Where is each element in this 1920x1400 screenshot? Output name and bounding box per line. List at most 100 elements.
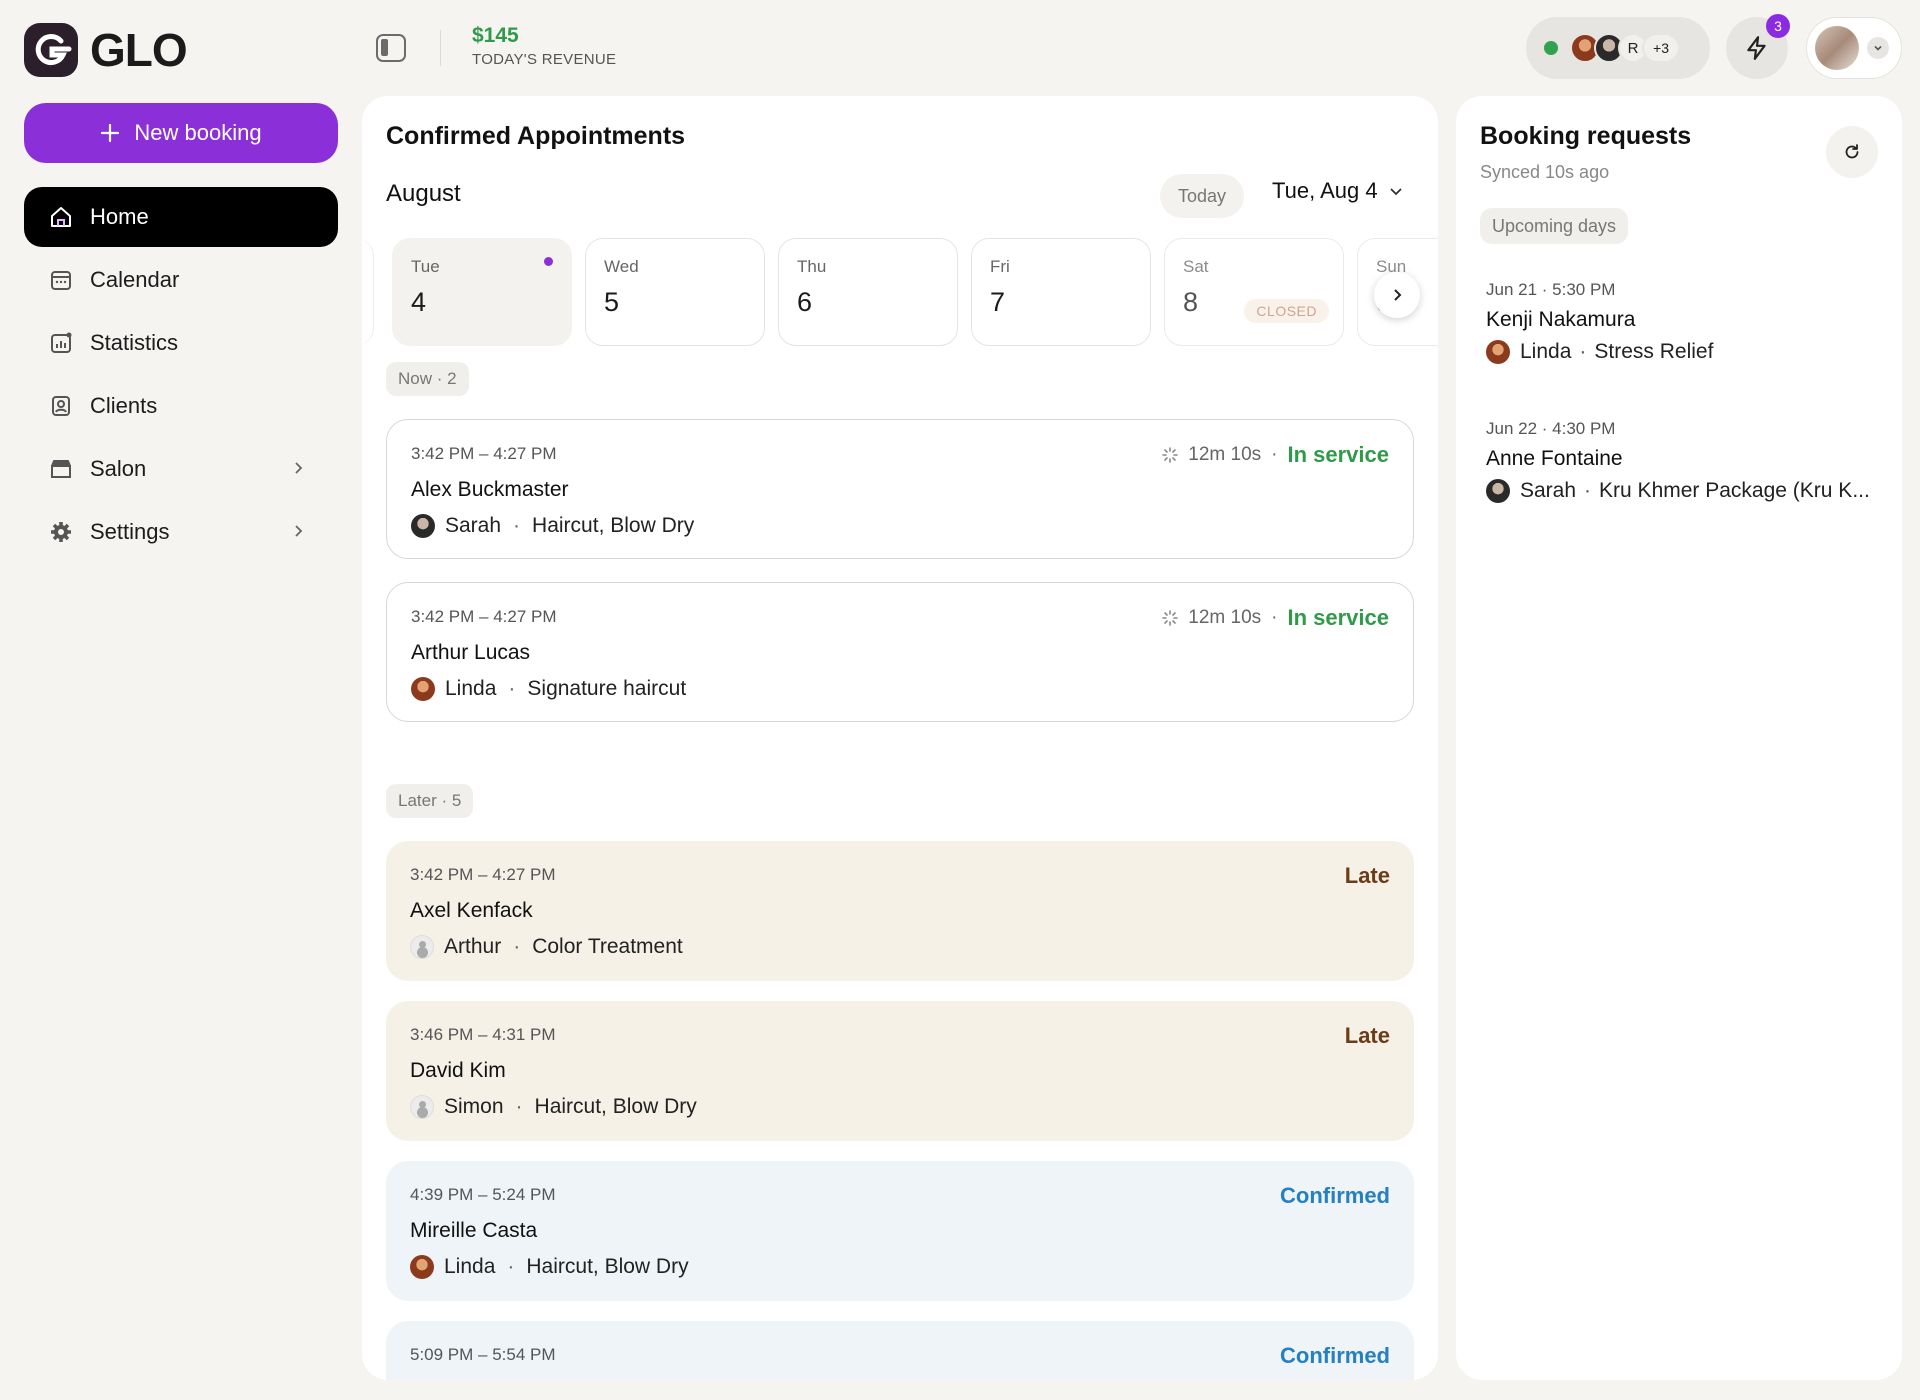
sidebar-item-calendar[interactable]: Calendar (24, 250, 338, 310)
day-card[interactable]: Fri 7 (971, 238, 1151, 346)
request-meta: Linda · Stress Relief (1486, 340, 1876, 364)
sidebar-nav: Home Calendar Statistics Clients Salon S… (24, 187, 338, 565)
today-button[interactable]: Today (1160, 174, 1245, 218)
booking-request-item[interactable]: Jun 22 · 4:30 PM Anne Fontaine Sarah · K… (1486, 419, 1876, 503)
separator: · (1584, 479, 1592, 502)
elapsed-time: 12m 10s (1188, 607, 1262, 628)
panel-title: Booking requests (1480, 122, 1692, 150)
booking-request-item[interactable]: Jun 21 · 5:30 PM Kenji Nakamura Linda · … (1486, 280, 1876, 364)
sidebar-toggle-button[interactable] (376, 34, 406, 62)
appointment-meta: Arthur · Color Treatment (410, 935, 1390, 959)
appointment-time: 4:39 PM – 5:24 PM (410, 1185, 556, 1204)
day-name: Fri (990, 257, 1010, 276)
has-appointments-dot (544, 257, 553, 266)
sidebar-item-label: Clients (90, 393, 158, 418)
appointment-card[interactable]: 3:46 PM – 4:31 PM David Kim Simon · Hair… (386, 1001, 1414, 1141)
appointment-status: Late (1345, 863, 1390, 889)
day-number: 6 (797, 287, 813, 317)
day-name: Thu (797, 257, 827, 276)
request-datetime: Jun 21 · 5:30 PM (1486, 280, 1616, 299)
new-booking-button[interactable]: New booking (24, 103, 338, 163)
service-name: Haircut, Blow Dry (526, 1255, 689, 1278)
separator: · (508, 677, 516, 700)
appointment-status: Confirmed (1280, 1343, 1390, 1369)
sidebar-item-label: Calendar (90, 267, 180, 292)
team-online-button[interactable]: R +3 (1526, 17, 1710, 79)
sidebar-item-salon[interactable]: Salon (24, 439, 338, 499)
appointment-time: 5:09 PM – 5:54 PM (410, 1345, 556, 1364)
user-menu-button[interactable] (1806, 17, 1902, 79)
appointments-panel: Confirmed Appointments August Today Tue,… (362, 96, 1438, 1380)
next-days-button[interactable] (1374, 272, 1420, 318)
separator: · (513, 514, 521, 537)
spinner-icon (1162, 447, 1179, 463)
later-group-label: Later · 5 (386, 784, 474, 818)
staff-name: Sarah (1520, 479, 1577, 502)
staff-name: Simon (444, 1095, 504, 1118)
appointment-status: 12m 10s · In service (1162, 605, 1389, 631)
date-picker[interactable]: Tue, Aug 4 (1272, 178, 1404, 204)
status-badge: Late (1344, 1023, 1390, 1048)
sidebar-item-settings[interactable]: Settings (24, 502, 338, 562)
store-icon (48, 456, 74, 482)
sidebar-item-clients[interactable]: Clients (24, 376, 338, 436)
staff-avatar (1486, 340, 1510, 364)
day-card-selected[interactable]: Tue 4 (392, 238, 572, 346)
service-name: Kru Khmer Package (Kru K... (1599, 479, 1870, 502)
revenue-amount: $145 (472, 24, 519, 47)
staff-avatar (1486, 479, 1510, 503)
status-badge: In service (1287, 442, 1389, 467)
service-name: Haircut, Blow Dry (532, 514, 695, 537)
sidebar-item-label: Salon (90, 456, 147, 481)
client-name: Kenji Nakamura (1486, 308, 1636, 331)
service-name: Signature haircut (527, 677, 687, 700)
scroll-fade (362, 238, 378, 346)
staff-name: Arthur (444, 935, 502, 958)
avatar (1815, 26, 1859, 70)
staff-name: Linda (1520, 340, 1572, 363)
page-title: Confirmed Appointments (386, 122, 686, 150)
client-name: Arthur Lucas (411, 641, 531, 664)
day-card[interactable]: Thu 6 (778, 238, 958, 346)
separator: · (1271, 607, 1278, 628)
appointment-card[interactable]: 5:09 PM – 5:54 PM Confirmed (386, 1321, 1414, 1380)
notification-badge: 3 (1766, 14, 1790, 38)
status-badge: Confirmed (1280, 1183, 1390, 1208)
glo-logo-icon (24, 23, 78, 77)
status-badge: Late (1344, 863, 1390, 888)
app-logo[interactable]: GLO (24, 23, 188, 77)
client-name: Mireille Casta (410, 1219, 538, 1242)
online-status-dot (1544, 41, 1558, 55)
gear-icon (48, 519, 74, 545)
client-name: Anne Fontaine (1486, 447, 1623, 470)
appointment-card[interactable]: 4:39 PM – 5:24 PM Mireille Casta Linda ·… (386, 1161, 1414, 1301)
sidebar-item-statistics[interactable]: Statistics (24, 313, 338, 373)
day-number: 4 (411, 287, 427, 317)
staff-avatar (410, 1255, 434, 1279)
calendar-icon (48, 267, 74, 293)
appointment-status: Confirmed (1280, 1183, 1390, 1209)
day-strip: Tue 4 Wed 5 Thu 6 Fri 7 Sat 8 CLOSED Sun… (362, 238, 1438, 348)
day-name: Tue (411, 257, 440, 276)
appointment-card[interactable]: 3:42 PM – 4:27 PM Axel Kenfack Arthur · … (386, 841, 1414, 981)
client-name: Alex Buckmaster (411, 478, 569, 501)
chevron-down-icon (1389, 188, 1402, 196)
day-card[interactable]: Wed 5 (585, 238, 765, 346)
refresh-button[interactable] (1826, 126, 1878, 178)
appointment-card[interactable]: 3:42 PM – 4:27 PM Arthur Lucas Linda · S… (386, 582, 1414, 722)
client-name: Axel Kenfack (410, 899, 533, 922)
appointment-card[interactable]: 3:42 PM – 4:27 PM Alex Buckmaster Sarah … (386, 419, 1414, 559)
home-icon (48, 204, 74, 230)
sidebar-item-home[interactable]: Home (24, 187, 338, 247)
status-badge: In service (1287, 605, 1389, 630)
spinner-icon (1162, 610, 1179, 626)
sidebar-item-label: Home (90, 204, 149, 229)
appointment-time: 3:46 PM – 4:31 PM (410, 1025, 556, 1044)
staff-avatar-placeholder (410, 935, 434, 959)
upcoming-days-filter[interactable]: Upcoming days (1480, 208, 1629, 244)
day-number: 5 (604, 287, 620, 317)
day-card-closed[interactable]: Sat 8 CLOSED (1164, 238, 1344, 346)
separator: · (1271, 444, 1278, 465)
booking-requests-panel: Booking requests Synced 10s ago Upcoming… (1456, 96, 1902, 1380)
staff-avatar (411, 514, 435, 538)
